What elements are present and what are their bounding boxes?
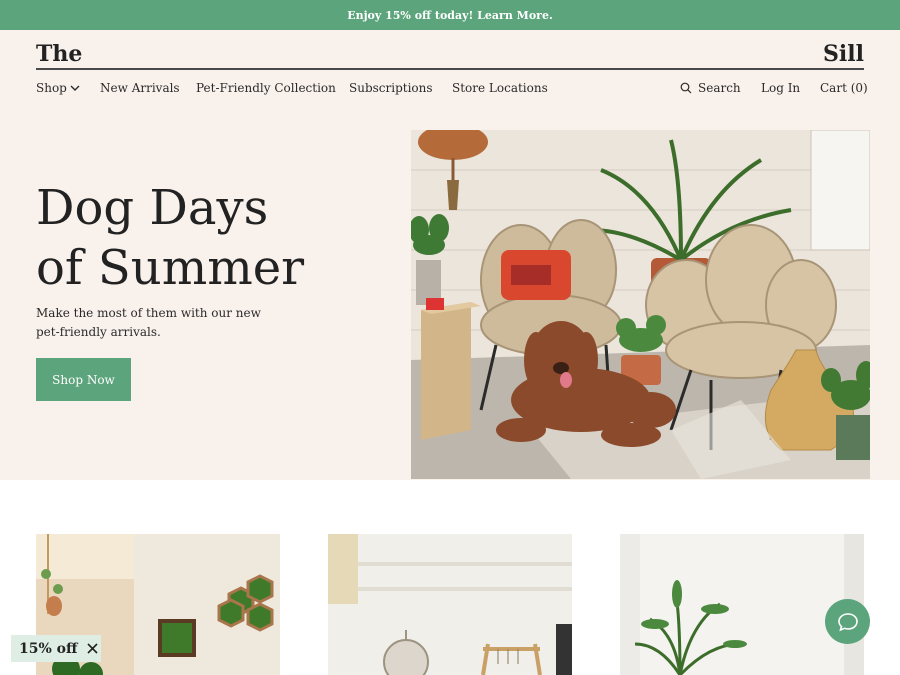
- featured-cards: [0, 480, 900, 675]
- nav-store-locations[interactable]: Store Locations: [452, 81, 548, 95]
- discount-badge[interactable]: 15% off: [11, 635, 101, 662]
- logo-the[interactable]: The: [36, 41, 82, 67]
- search-button[interactable]: Search: [680, 81, 741, 95]
- shop-now-button[interactable]: Shop Now: [36, 358, 131, 401]
- nav-new-arrivals[interactable]: New Arrivals: [100, 81, 180, 95]
- nav-pet-friendly[interactable]: Pet-Friendly Collection: [196, 81, 336, 95]
- card-bright-room[interactable]: [328, 534, 572, 675]
- chat-bubble-icon: [837, 612, 858, 631]
- search-label: Search: [698, 81, 741, 95]
- promo-bar[interactable]: Enjoy 15% off today! Learn More.: [0, 0, 900, 30]
- hero-title-line1: Dog Days: [36, 180, 269, 236]
- card-palm-plant[interactable]: [620, 534, 864, 675]
- hero-section: Dog Days of Summer Make the most of them…: [0, 130, 900, 480]
- nav-subscriptions[interactable]: Subscriptions: [349, 81, 433, 95]
- site-header: The Sill Shop New Arrivals Pet-Friendly …: [0, 30, 900, 130]
- nav-shop-label: Shop: [36, 81, 67, 95]
- login-link[interactable]: Log In: [761, 81, 800, 95]
- hero-title: Dog Days of Summer: [36, 178, 376, 298]
- close-icon[interactable]: [86, 643, 98, 654]
- hero-subtitle: Make the most of them with our new pet-f…: [36, 306, 261, 339]
- promo-text[interactable]: Enjoy 15% off today! Learn More.: [347, 9, 553, 22]
- cart-link[interactable]: Cart (0): [820, 81, 868, 95]
- search-icon: [680, 82, 692, 94]
- nav-shop[interactable]: Shop: [36, 81, 80, 95]
- chat-button[interactable]: [825, 599, 870, 644]
- hero-image[interactable]: [411, 130, 870, 479]
- logo-divider: [36, 68, 864, 70]
- chevron-down-icon: [70, 85, 80, 91]
- hero-title-line2: of Summer: [36, 240, 305, 296]
- discount-label: 15% off: [19, 640, 78, 657]
- logo-sill[interactable]: Sill: [823, 41, 864, 67]
- main-nav: Shop New Arrivals Pet-Friendly Collectio…: [0, 81, 900, 101]
